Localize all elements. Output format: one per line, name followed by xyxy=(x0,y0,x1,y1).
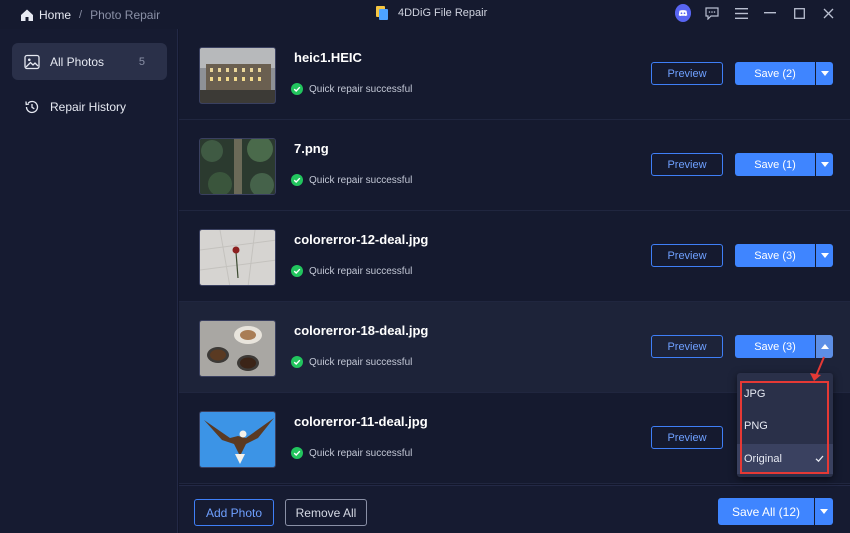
menu-item-label: Original xyxy=(744,453,782,465)
close-button[interactable] xyxy=(820,5,836,21)
save-format-dropdown-button[interactable] xyxy=(816,244,833,267)
photo-count-badge: 5 xyxy=(138,55,145,68)
sidebar-item-all-photos[interactable]: All Photos 5 xyxy=(12,43,167,80)
success-check-icon xyxy=(291,356,303,368)
save-button[interactable]: Save (3) xyxy=(735,335,815,358)
photo-thumbnail[interactable] xyxy=(199,229,276,286)
repair-status: Quick repair successful xyxy=(291,356,412,368)
success-check-icon xyxy=(291,174,303,186)
photo-thumbnail[interactable] xyxy=(199,138,276,195)
history-icon xyxy=(25,100,39,113)
save-button[interactable]: Save (1) xyxy=(735,153,815,176)
title-bar: Home / Photo Repair 4DDiG File Repair xyxy=(0,0,850,29)
file-name: 7.png xyxy=(294,141,329,156)
discord-icon xyxy=(675,4,691,22)
save-format-dropdown-button[interactable] xyxy=(816,62,833,85)
repair-status: Quick repair successful xyxy=(291,174,412,186)
file-name: heic1.HEIC xyxy=(294,50,362,65)
minimize-icon xyxy=(764,12,776,14)
preview-button[interactable]: Preview xyxy=(651,244,723,267)
menu-icon xyxy=(734,7,748,19)
menu-button[interactable] xyxy=(733,5,749,21)
save-format-dropdown-button[interactable] xyxy=(816,153,833,176)
breadcrumb-current: Photo Repair xyxy=(90,7,161,22)
repair-status-text: Quick repair successful xyxy=(309,265,413,277)
breadcrumb-separator: / xyxy=(79,8,83,21)
file-name: colorerror-12-deal.jpg xyxy=(294,232,429,247)
preview-button[interactable]: Preview xyxy=(651,426,723,449)
list-item: heic1.HEIC Quick repair successful Previ… xyxy=(179,29,850,120)
sidebar-item-repair-history[interactable]: Repair History xyxy=(12,88,167,125)
repair-status: Quick repair successful xyxy=(291,447,412,459)
chevron-down-icon xyxy=(820,71,829,76)
window-controls xyxy=(675,4,836,22)
menu-item-original[interactable]: Original xyxy=(737,444,833,474)
preview-button[interactable]: Preview xyxy=(651,153,723,176)
repair-status: Quick repair successful xyxy=(291,83,412,95)
list-item: colorerror-12-deal.jpg Quick repair succ… xyxy=(179,211,850,302)
app-logo-icon xyxy=(376,6,388,20)
chevron-down-icon xyxy=(820,509,828,514)
list-item: 7.png Quick repair successful Preview Sa… xyxy=(179,120,850,211)
maximize-icon xyxy=(793,7,805,19)
repair-status-text: Quick repair successful xyxy=(309,83,413,95)
maximize-button[interactable] xyxy=(791,5,807,21)
add-photo-button[interactable]: Add Photo xyxy=(194,499,274,526)
feedback-button[interactable] xyxy=(704,5,720,21)
minimize-button[interactable] xyxy=(762,5,778,21)
repair-status-text: Quick repair successful xyxy=(309,447,413,459)
photo-thumbnail[interactable] xyxy=(199,47,276,104)
menu-item-jpg[interactable]: JPG xyxy=(737,379,833,409)
save-all-button[interactable]: Save All (12) xyxy=(718,498,814,525)
image-icon xyxy=(24,54,40,69)
discord-button[interactable] xyxy=(675,4,691,22)
chevron-down-icon xyxy=(820,253,829,258)
photo-thumbnail[interactable] xyxy=(199,411,276,468)
app-title: 4DDiG File Repair xyxy=(376,6,487,20)
preview-button[interactable]: Preview xyxy=(651,62,723,85)
chevron-up-icon xyxy=(820,344,829,349)
footer-bar: Add Photo Remove All Save All (12) xyxy=(179,485,850,533)
app-title-text: 4DDiG File Repair xyxy=(398,7,488,19)
repair-status-text: Quick repair successful xyxy=(309,356,413,368)
success-check-icon xyxy=(291,83,303,95)
sidebar-item-label: Repair History xyxy=(50,99,127,114)
save-all-dropdown-button[interactable] xyxy=(815,498,833,525)
sidebar: All Photos 5 Repair History xyxy=(0,29,178,533)
success-check-icon xyxy=(291,447,303,459)
menu-item-png[interactable]: PNG xyxy=(737,411,833,441)
remove-all-button[interactable]: Remove All xyxy=(285,499,367,526)
breadcrumb: Home / Photo Repair xyxy=(0,8,160,22)
file-name: colorerror-11-deal.jpg xyxy=(294,414,428,429)
repair-status-text: Quick repair successful xyxy=(309,174,413,186)
close-icon xyxy=(823,8,833,18)
sidebar-item-label: All Photos xyxy=(50,54,105,69)
feedback-icon xyxy=(705,6,719,20)
save-button[interactable]: Save (3) xyxy=(735,244,815,267)
home-icon[interactable] xyxy=(20,8,34,22)
checkmark-icon xyxy=(815,455,824,463)
save-button[interactable]: Save (2) xyxy=(735,62,815,85)
save-format-menu: JPG PNG Original xyxy=(737,373,833,477)
save-format-dropdown-button[interactable] xyxy=(816,335,833,358)
success-check-icon xyxy=(291,265,303,277)
photo-thumbnail[interactable] xyxy=(199,320,276,377)
preview-button[interactable]: Preview xyxy=(651,335,723,358)
breadcrumb-home[interactable]: Home xyxy=(39,8,71,22)
chevron-down-icon xyxy=(820,162,829,167)
file-name: colorerror-18-deal.jpg xyxy=(294,323,429,338)
repair-status: Quick repair successful xyxy=(291,265,412,277)
